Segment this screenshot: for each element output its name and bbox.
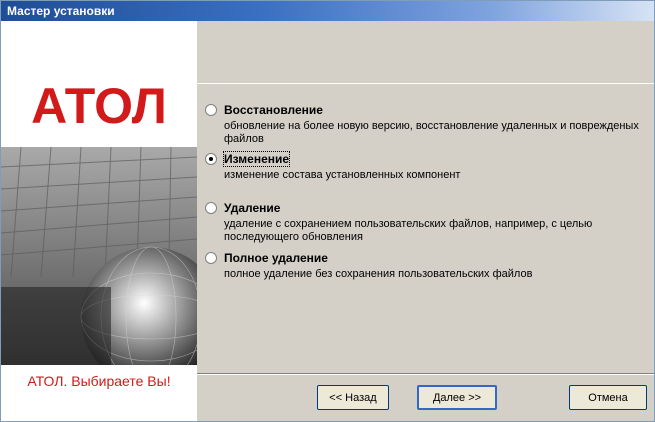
option-description: полное удаление без сохранения пользоват… — [224, 268, 533, 280]
next-button[interactable]: Далее >> — [417, 385, 497, 410]
radio-restore[interactable] — [205, 104, 217, 116]
options-panel: Восстановление обновление на более новую… — [197, 21, 654, 421]
svg-text:АТОЛ: АТОЛ — [31, 78, 167, 134]
radio-remove[interactable] — [205, 202, 217, 214]
branding-panel: АТОЛ АТОЛ. Выбираете Вы! — [1, 21, 197, 421]
option-title: Удаление — [224, 201, 281, 215]
option-description: удаление с сохранением пользовательских … — [224, 218, 593, 243]
option-description: изменение состава установленных компонен… — [224, 169, 461, 181]
option-title: Восстановление — [224, 103, 323, 117]
slogan: АТОЛ. Выбираете Вы! — [27, 373, 171, 389]
window-title: Мастер установки — [1, 1, 654, 21]
installer-window: Мастер установки АТОЛ АТОЛ. Выбираете Вы… — [0, 0, 655, 422]
bottom-divider — [197, 373, 654, 375]
option-title: Полное удаление — [224, 251, 328, 265]
back-button[interactable]: << Назад — [317, 385, 389, 410]
top-divider — [197, 83, 654, 84]
option-description: обновление на более новую версию, восста… — [224, 120, 639, 145]
atol-logo: АТОЛ — [31, 78, 167, 134]
radio-modify[interactable] — [205, 153, 217, 165]
option-title: Изменение — [222, 151, 291, 167]
keyboard-globe-image — [1, 147, 197, 365]
radio-full-remove[interactable] — [205, 252, 217, 264]
cancel-button[interactable]: Отмена — [569, 385, 647, 410]
